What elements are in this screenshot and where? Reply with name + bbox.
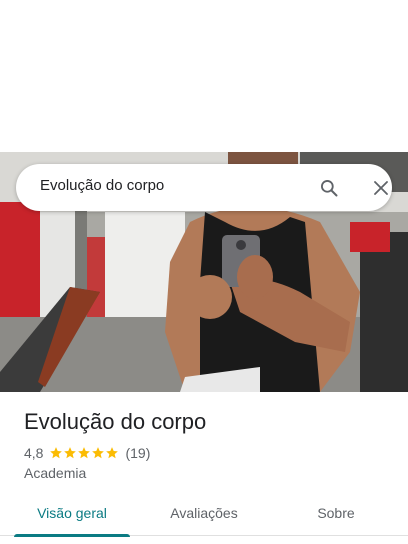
tab-overview[interactable]: Visão geral [14, 490, 130, 537]
star-rating [49, 446, 119, 460]
close-icon[interactable] [368, 175, 394, 201]
star-icon [50, 447, 63, 459]
tab-reviews[interactable]: Avaliações [146, 490, 262, 536]
review-count[interactable]: (19) [125, 445, 150, 461]
tab-overview-label: Visão geral [37, 505, 107, 521]
place-title: Evolução do corpo [24, 409, 207, 434]
active-tab-indicator [14, 534, 130, 537]
star-icon [92, 447, 105, 459]
tab-bar: Visão geral Avaliações Sobre [0, 490, 408, 537]
search-icon[interactable] [316, 175, 342, 201]
rating-value: 4,8 [24, 445, 44, 461]
search-bar[interactable]: Evolução do corpo [16, 164, 392, 211]
tab-reviews-label: Avaliações [170, 505, 238, 521]
rating-row[interactable]: 4,8 (19) [24, 444, 150, 462]
tab-about[interactable]: Sobre [278, 490, 394, 536]
place-category: Academia [24, 465, 87, 481]
star-icon [78, 447, 91, 459]
star-icon [64, 447, 77, 459]
star-icon [106, 447, 119, 459]
search-input[interactable]: Evolução do corpo [40, 177, 164, 194]
tab-about-label: Sobre [317, 505, 355, 521]
